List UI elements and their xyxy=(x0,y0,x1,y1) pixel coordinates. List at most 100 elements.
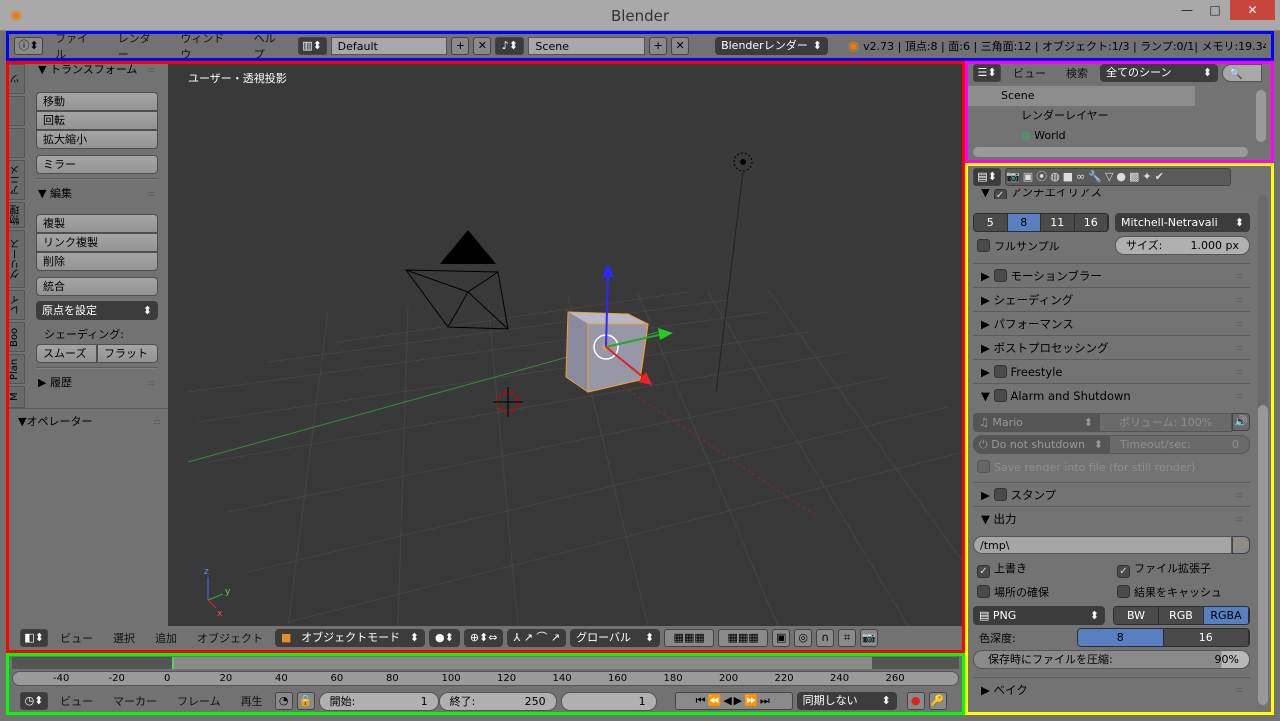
editor-type-outliner-icon[interactable]: ☰⬍ xyxy=(973,64,1001,82)
tab-create[interactable] xyxy=(8,96,25,126)
sync-dropdown[interactable]: 同期しない ⬍ xyxy=(796,692,897,710)
viewport-shading-dropdown[interactable]: ●⬍ xyxy=(429,629,460,647)
menu-select[interactable]: 選択 xyxy=(105,630,143,646)
aa-sample-8[interactable]: 8 xyxy=(1007,214,1041,231)
proportional-edit-icon[interactable]: ◎ xyxy=(794,629,813,647)
history-panel-header[interactable]: ▶ 履歴:::: xyxy=(32,373,162,393)
camera-object[interactable] xyxy=(404,230,509,330)
rotate-button[interactable]: 回転 xyxy=(36,111,158,130)
orientation-dropdown[interactable]: グローバル ⬍ xyxy=(570,629,661,647)
render-engine-dropdown[interactable]: Blenderレンダー ⬍ xyxy=(715,37,828,55)
aa-sample-11[interactable]: 11 xyxy=(1041,214,1075,231)
menu-file[interactable]: ファイル xyxy=(47,30,106,62)
duplicate-button[interactable]: 複製 xyxy=(36,214,158,233)
mode-dropdown[interactable]: ■ オブジェクトモード ⬍ xyxy=(275,629,425,647)
add-layout-icon[interactable]: + xyxy=(451,37,470,55)
outliner-item-render-layers[interactable]: レンダーレイヤー xyxy=(967,106,1272,126)
timeline-frames[interactable] xyxy=(12,657,959,669)
tab-physics[interactable]: 物理 xyxy=(8,202,25,228)
file-format-dropdown[interactable]: ▤ PNG ⬍ xyxy=(973,606,1105,625)
translate-button[interactable]: 移動 xyxy=(36,92,158,111)
editor-type-timeline-icon[interactable]: ◷⬍ xyxy=(20,692,48,710)
shade-smooth-button[interactable]: スムーズ xyxy=(36,344,97,363)
freestyle-panel-header[interactable]: ▶ Freestyle:::: xyxy=(973,359,1250,383)
tab-relations[interactable] xyxy=(8,128,25,158)
timeline-scrollbar[interactable]: -40 -20 0 20 40 60 80 100 120 140 160 180 200 220 240 2… xyxy=(12,671,959,686)
save-render-checkbox[interactable]: Save render into file (for still render) xyxy=(977,460,1250,474)
duplicate-linked-button[interactable]: リンク複製 xyxy=(36,233,158,252)
join-button[interactable]: 統合 xyxy=(36,277,158,296)
scene-icon[interactable]: ♪⬍ xyxy=(495,37,525,55)
minimize-button[interactable]: — xyxy=(1172,0,1202,20)
maximize-button[interactable]: □ xyxy=(1200,0,1230,20)
snap-icon[interactable]: ∩ xyxy=(816,629,835,647)
menu-marker[interactable]: マーカー xyxy=(105,693,165,709)
cache-result-checkbox[interactable]: 結果をキャッシュ xyxy=(1117,584,1222,600)
viewport-canvas[interactable]: z y x xyxy=(168,62,963,626)
outliner-item-scene[interactable]: Scene xyxy=(967,86,1195,106)
file-extensions-checkbox[interactable]: ✓ ファイル拡張子 xyxy=(1117,560,1211,578)
color-depth-16[interactable]: 16 xyxy=(1163,629,1249,646)
menu-view[interactable]: ビュー xyxy=(52,630,101,646)
transform-panel-header[interactable]: ▼ トランスフォーム:::: xyxy=(32,62,162,78)
lock-camera-icon[interactable]: ▣ xyxy=(772,629,791,647)
layout-field[interactable]: Default xyxy=(330,37,448,55)
overwrite-checkbox[interactable]: ✓ 上書き xyxy=(977,560,1117,578)
scene-field[interactable]: Scene xyxy=(528,37,646,55)
display-mode-dropdown[interactable]: 全てのシーン ⬍ xyxy=(1100,64,1218,82)
color-mode-selector[interactable]: BW RGB RGBA xyxy=(1113,606,1250,625)
color-mode-rgba[interactable]: RGBA xyxy=(1204,607,1249,624)
properties-scrollbar[interactable] xyxy=(1258,195,1268,705)
alarm-sound-dropdown[interactable]: ♫ Mario ⬍ xyxy=(973,413,1099,432)
color-mode-rgb[interactable]: RGB xyxy=(1159,607,1204,624)
tab-layers[interactable]: レイ xyxy=(8,290,25,320)
menu-object[interactable]: オブジェクト xyxy=(189,630,271,646)
post-processing-panel-header[interactable]: ▶ ポストプロセッシング:::: xyxy=(973,335,1250,359)
aa-samples-selector[interactable]: 5 8 11 16 xyxy=(973,213,1109,232)
delete-button[interactable]: 削除 xyxy=(36,252,158,271)
editor-type-info-icon[interactable]: ⓘ⬍ xyxy=(14,37,44,55)
record-icon[interactable]: ● xyxy=(906,692,925,710)
tab-bool[interactable]: Boo xyxy=(8,322,25,352)
menu-playback[interactable]: 再生 xyxy=(233,693,271,709)
menu-add[interactable]: 追加 xyxy=(147,630,185,646)
menu-view[interactable]: ビュー xyxy=(52,693,101,709)
compression-slider[interactable]: 保存時にファイルを圧縮: 90% xyxy=(973,650,1250,669)
mirror-button[interactable]: ミラー xyxy=(36,155,158,174)
shutdown-dropdown[interactable]: ⏻ Do not shutdown ⬍ xyxy=(973,435,1109,454)
pivot-dropdown[interactable]: ⊕⬍⇔ xyxy=(463,629,504,647)
lock-icon[interactable]: 🔒 xyxy=(296,692,315,710)
current-frame-field[interactable]: 1 xyxy=(560,691,657,711)
editor-type-3dview-icon[interactable]: ◧⬍ xyxy=(20,629,48,647)
color-depth-8[interactable]: 8 xyxy=(1078,629,1164,646)
aa-sample-16[interactable]: 16 xyxy=(1074,214,1108,231)
menu-render[interactable]: レンダー xyxy=(110,30,169,62)
preview-range-icon[interactable]: ◔ xyxy=(274,692,293,710)
tab-m[interactable]: M xyxy=(8,386,25,408)
tab-plan[interactable]: Plan xyxy=(8,354,25,384)
properties-context-tabs[interactable]: 📷▣⦿◍■∞🔧▽●▩✦✔ xyxy=(1005,168,1231,186)
volume-field[interactable]: ボリューム: 100% xyxy=(1099,413,1232,432)
placeholders-checkbox[interactable]: 場所の確保 xyxy=(977,584,1117,600)
operator-panel-header[interactable]: ▼オペレーター:::: xyxy=(8,412,168,432)
aa-filter-dropdown[interactable]: Mitchell-Netravali ⬍ xyxy=(1115,213,1250,232)
stamp-panel-header[interactable]: ▶ スタンプ:::: xyxy=(973,482,1250,506)
timeout-field[interactable]: Timeout/sec: 0 xyxy=(1109,435,1250,454)
snap-element-icon[interactable]: ⌗ xyxy=(838,629,857,647)
manipulator-buttons[interactable]: ⅄ ↗ ⌒ ↗ xyxy=(507,629,567,647)
menu-view[interactable]: ビュー xyxy=(1005,65,1054,81)
aa-sample-5[interactable]: 5 xyxy=(974,214,1008,231)
color-depth-selector[interactable]: 8 16 xyxy=(1077,628,1250,647)
output-panel-header[interactable]: ▼ 出力:::: xyxy=(973,506,1250,530)
set-origin-dropdown[interactable]: 原点を設定 ⬍ xyxy=(36,301,158,320)
folder-icon[interactable]: 🗁 xyxy=(1232,536,1250,554)
remove-scene-icon[interactable]: ✕ xyxy=(671,37,690,55)
layout-icon[interactable]: ▥⬍ xyxy=(297,37,327,55)
remove-layout-icon[interactable]: ✕ xyxy=(473,37,492,55)
tab-tools[interactable]: ツ xyxy=(8,64,25,94)
scale-button[interactable]: 拡大縮小 xyxy=(36,130,158,149)
playback-controls[interactable]: ⏮⏪◀▶⏩⏭ xyxy=(674,692,793,710)
color-mode-bw[interactable]: BW xyxy=(1114,607,1159,624)
start-frame-field[interactable]: 開始: 1 xyxy=(318,691,439,711)
tab-animation[interactable]: アニメ xyxy=(8,160,25,200)
